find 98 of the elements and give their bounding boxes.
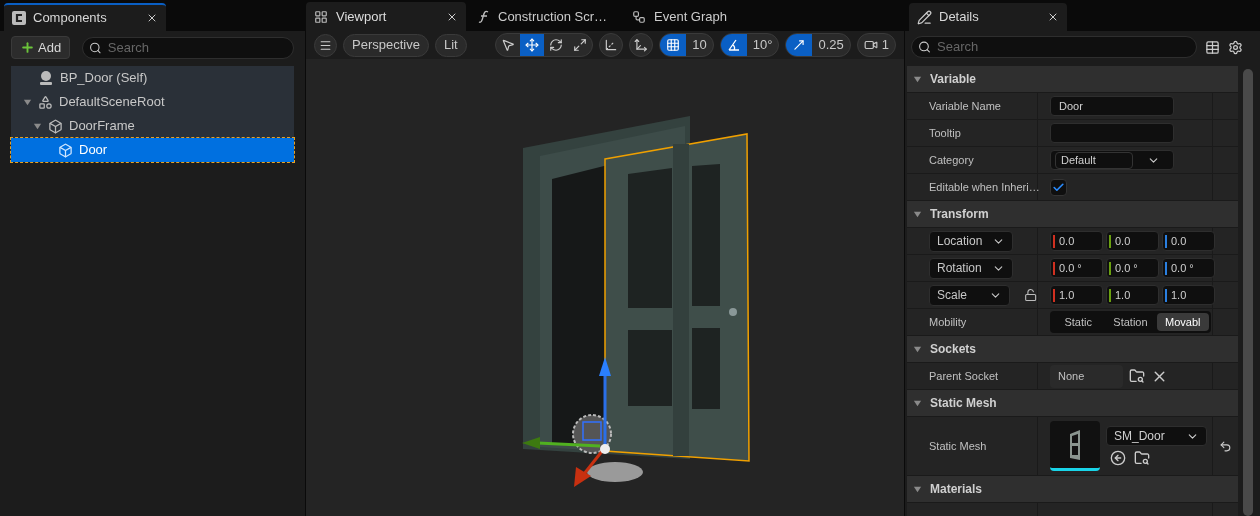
search-field[interactable]: Search [107,37,287,58]
editor-tab[interactable]: Construction Scr… [470,2,620,31]
camera-speed-button[interactable]: 1 [856,33,896,57]
diagonal-arrow-icon [792,38,807,52]
category-dropdown[interactable]: Default [1050,150,1174,170]
tree-item[interactable]: BP_Door (Self) [11,66,294,90]
menu-icon [319,38,332,52]
checkbox[interactable] [1050,178,1067,196]
mobility-option[interactable]: Station [1104,313,1157,331]
search-icon [918,40,931,54]
text-field[interactable]: Door [1050,96,1174,116]
sphere-icon [38,70,54,86]
section-header[interactable]: Sockets [907,336,1238,363]
close-icon[interactable] [146,12,158,24]
move-tool-button[interactable] [520,34,545,56]
collapse-arrow-icon[interactable] [33,121,42,131]
folder-search-icon[interactable] [1129,368,1145,384]
scrollbar[interactable] [1243,69,1253,516]
use-selected-icon[interactable] [1110,450,1126,466]
number-field[interactable]: 0.0 [1050,231,1103,251]
socket-field[interactable]: None [1050,364,1123,388]
collapse-arrow-icon[interactable] [913,344,922,354]
mobility-option[interactable]: Movabl [1156,313,1209,331]
search-icon [89,40,102,55]
text-field[interactable] [1050,123,1174,143]
unlock-icon[interactable] [1023,288,1037,302]
plus-icon [20,40,35,55]
check-icon [1052,180,1065,194]
view-mode-button[interactable]: Perspective [343,33,429,57]
number-field[interactable]: 0.0 ° [1162,258,1215,278]
transform-mode-dropdown[interactable]: Scale [929,284,1010,306]
function-icon [478,9,490,24]
cube-icon [58,142,73,158]
reset-icon[interactable] [1219,439,1232,453]
property-label: Variable Name [907,93,1038,119]
number-field[interactable]: 1.0 [1050,285,1103,305]
number-field[interactable]: 0.0 ° [1106,258,1159,278]
cube-icon [48,118,63,134]
surface-snap-button[interactable] [629,33,654,57]
tree-item[interactable]: DoorFrame [11,114,294,138]
property-label: Parent Socket [907,363,1038,389]
move-arrows-icon [525,38,540,52]
rotation-snap-button[interactable]: 10° [719,33,780,57]
section-header[interactable]: Materials [907,476,1238,503]
table-icon[interactable] [1205,39,1220,55]
collapse-arrow-icon[interactable] [913,484,922,494]
graph-icon [632,9,646,24]
asset-dropdown[interactable]: SM_Door [1106,426,1207,446]
grid-icon [314,9,328,24]
property-label: Mobility [907,309,1038,335]
mesh-thumbnail [1050,421,1100,471]
pencil-icon [917,9,932,25]
section-header[interactable]: Transform [907,201,1238,228]
folder-search-icon[interactable] [1134,450,1150,466]
components-tab[interactable]: Components [4,3,166,31]
cursor-icon [501,38,516,52]
property-label: Tooltip [907,120,1038,146]
collapse-arrow-icon[interactable] [913,398,922,408]
section-header[interactable]: Static Mesh [907,390,1238,417]
search-field[interactable]: Search [911,36,1197,58]
local-space-button[interactable] [599,33,624,57]
search-field[interactable]: Search [82,36,294,59]
number-field[interactable]: 0.0 [1162,231,1215,251]
collapse-arrow-icon[interactable] [913,209,922,219]
lighting-button[interactable]: Lit [434,33,467,57]
collapse-arrow-icon[interactable] [913,74,922,84]
grid-icon [666,38,681,52]
editor-tab[interactable]: Event Graph [624,2,774,31]
number-field[interactable]: 1.0 [1106,285,1159,305]
component-logo-icon [12,11,26,25]
close-icon[interactable] [1047,11,1059,23]
axis-icon [604,38,619,52]
scale-arrows-icon [573,38,588,52]
property-label: Editable when Inheri… [907,174,1038,200]
details-tab[interactable]: Details [909,3,1067,31]
property-label: Static Mesh [907,417,1038,475]
scale-snap-button[interactable]: 0.25 [785,33,851,57]
add-button[interactable]: Add [11,36,71,59]
rotate-arrows-icon [549,38,564,52]
axes-arrows-icon [634,38,649,52]
property-label: Category [907,147,1038,173]
number-field[interactable]: 1.0 [1162,285,1215,305]
angle-icon [726,38,741,52]
transform-mode-dropdown[interactable]: Location [929,230,1013,252]
transform-mode-dropdown[interactable]: Rotation [929,257,1013,279]
number-field[interactable]: 0.0 ° [1050,258,1103,278]
grid-snap-button[interactable]: 10 [659,33,714,57]
tree-item[interactable]: Door [11,138,294,162]
mobility-option[interactable]: Static [1052,313,1105,331]
shapes-icon [38,94,53,110]
menu-button[interactable] [314,33,337,57]
collapse-arrow-icon[interactable] [23,97,32,107]
camera-icon [863,38,878,52]
editor-tab[interactable]: Viewport [306,2,466,31]
settings-icon[interactable] [1228,39,1243,55]
section-header[interactable]: Variable [907,66,1238,93]
number-field[interactable]: 0.0 [1106,231,1159,251]
tree-item[interactable]: DefaultSceneRoot [11,90,294,114]
